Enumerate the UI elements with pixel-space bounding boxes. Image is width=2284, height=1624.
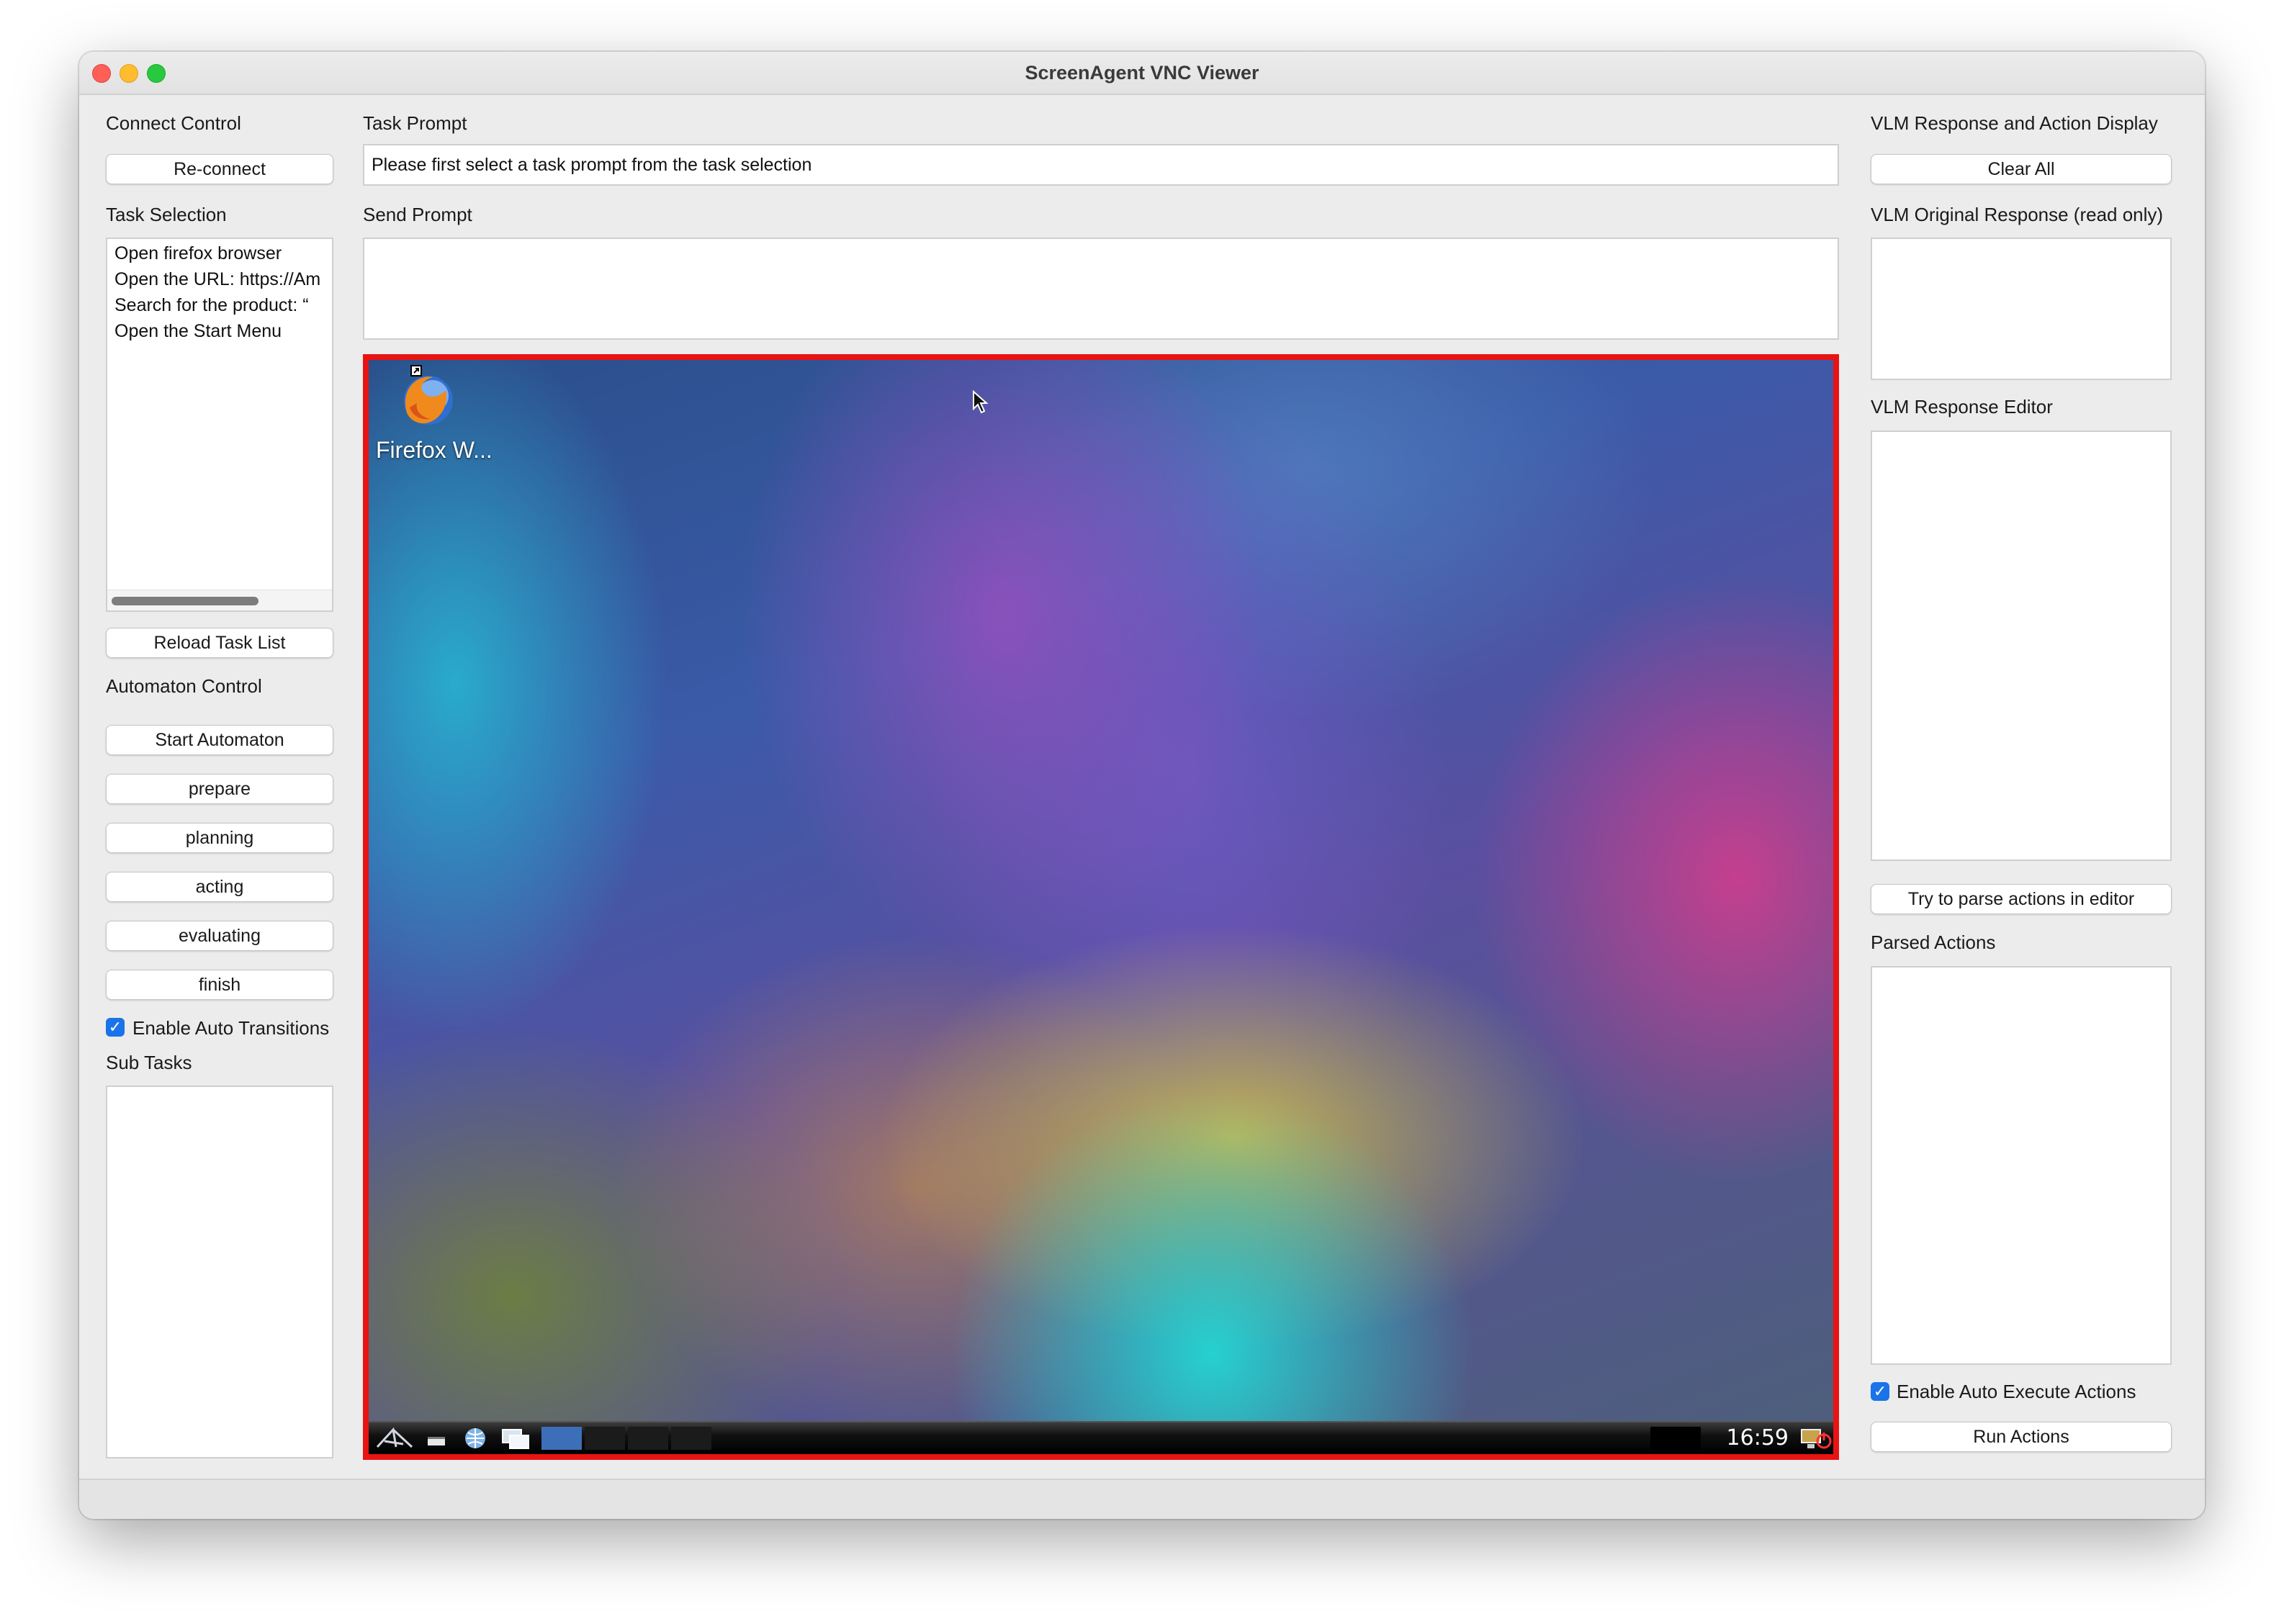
auto-transitions-label: Enable Auto Transitions — [132, 1017, 330, 1039]
start-automaton-button[interactable]: Start Automaton — [106, 725, 333, 755]
horizontal-scrollbar[interactable] — [107, 590, 332, 610]
vlm-response-editor[interactable] — [1871, 430, 2172, 861]
terminal-icon[interactable] — [426, 1427, 448, 1450]
status-bar — [79, 1479, 2205, 1519]
vnc-screen[interactable]: Firefox W... 16:59 — [363, 354, 1839, 1460]
windows-switcher-icon[interactable] — [500, 1427, 531, 1450]
parsed-actions-list[interactable] — [1871, 966, 2172, 1365]
state-planning-button[interactable]: planning — [106, 823, 333, 853]
list-item[interactable]: Open the URL: https://Am — [107, 266, 332, 292]
taskbar-clock[interactable]: 16:59 — [1727, 1425, 1789, 1451]
sub-tasks-label: Sub Tasks — [106, 1052, 192, 1073]
send-prompt-label: Send Prompt — [363, 204, 472, 225]
run-actions-button[interactable]: Run Actions — [1871, 1422, 2172, 1452]
app-window: ScreenAgent VNC Viewer Connect Control R… — [79, 52, 2205, 1519]
auto-execute-label: Enable Auto Execute Actions — [1897, 1381, 2136, 1402]
browser-icon[interactable] — [461, 1427, 490, 1450]
firefox-icon — [404, 365, 453, 425]
task-prompt-label: Task Prompt — [363, 112, 467, 134]
vlm-response-header: VLM Response and Action Display — [1871, 112, 2158, 134]
vlm-response-editor-label: VLM Response Editor — [1871, 396, 2053, 418]
workspace-3[interactable] — [628, 1427, 668, 1450]
workspace-1[interactable] — [541, 1427, 582, 1450]
auto-execute-checkbox[interactable]: ✓ — [1871, 1382, 1889, 1401]
scrollbar-thumb[interactable] — [112, 597, 258, 605]
reload-task-list-button[interactable]: Reload Task List — [106, 628, 333, 658]
tray-area — [1650, 1427, 1701, 1450]
parse-actions-button[interactable]: Try to parse actions in editor — [1871, 884, 2172, 914]
mouse-cursor-icon — [973, 390, 989, 414]
remote-taskbar: 16:59 — [369, 1421, 1833, 1454]
clear-all-button[interactable]: Clear All — [1871, 154, 2172, 184]
title-bar: ScreenAgent VNC Viewer — [79, 52, 2205, 95]
state-finish-button[interactable]: finish — [106, 970, 333, 1000]
task-selection-list[interactable]: Open firefox browser Open the URL: https… — [106, 238, 333, 612]
auto-transitions-checkbox[interactable]: ✓ — [106, 1018, 125, 1037]
workspace-2[interactable] — [585, 1427, 625, 1450]
vlm-original-response-box — [1871, 238, 2172, 380]
send-prompt-textarea[interactable] — [363, 238, 1839, 340]
list-item[interactable]: Search for the product: “ — [107, 292, 332, 318]
automaton-control-label: Automaton Control — [106, 675, 262, 697]
start-menu-icon[interactable] — [374, 1427, 418, 1450]
list-item[interactable]: Open the Start Menu — [107, 318, 332, 344]
state-evaluating-button[interactable]: evaluating — [106, 921, 333, 951]
power-icon[interactable] — [1815, 1428, 1833, 1451]
sub-tasks-list[interactable] — [106, 1086, 333, 1458]
state-acting-button[interactable]: acting — [106, 872, 333, 902]
remote-desktop[interactable] — [369, 360, 1833, 1454]
desktop-icon-label: Firefox W... — [376, 437, 493, 463]
vlm-original-response-label: VLM Original Response (read only) — [1871, 204, 2164, 225]
reconnect-button[interactable]: Re-connect — [106, 154, 333, 184]
window-title: ScreenAgent VNC Viewer — [1025, 62, 1259, 84]
firefox-desktop-shortcut[interactable]: Firefox W... — [376, 364, 493, 464]
parsed-actions-label: Parsed Actions — [1871, 931, 1996, 953]
list-item[interactable]: Open firefox browser — [107, 240, 332, 266]
state-prepare-button[interactable]: prepare — [106, 774, 333, 804]
connect-control-label: Connect Control — [106, 112, 241, 134]
workspace-4[interactable] — [671, 1427, 711, 1450]
task-selection-label: Task Selection — [106, 204, 227, 225]
task-prompt-field[interactable]: Please first select a task prompt from t… — [363, 144, 1839, 186]
